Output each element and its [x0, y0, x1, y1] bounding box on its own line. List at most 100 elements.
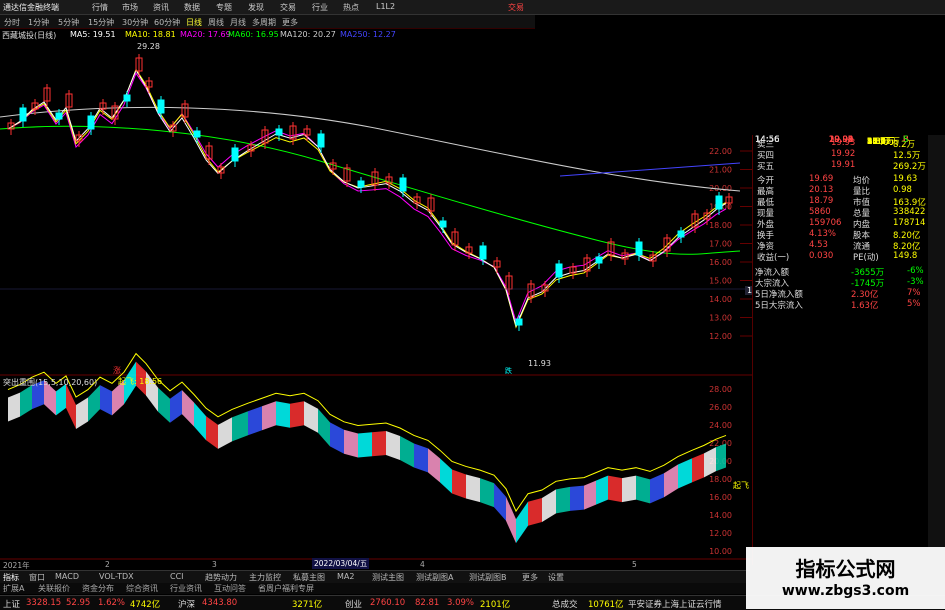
- book-label: 买五: [757, 162, 775, 172]
- book-price: 19.91: [831, 160, 856, 170]
- candle-body: [19, 107, 27, 122]
- extension-tab[interactable]: 扩展A: [3, 583, 24, 594]
- indicator-tab[interactable]: 测试副图A: [416, 572, 453, 583]
- period-tab[interactable]: 5分钟: [58, 17, 79, 28]
- indicator-band: [622, 475, 636, 503]
- menu-item-trade[interactable]: 交易: [280, 2, 296, 13]
- period-tab[interactable]: 周线: [208, 17, 224, 28]
- indicator-band: [158, 387, 170, 423]
- total-label: 总成交: [552, 600, 578, 610]
- indicator-tab[interactable]: 指标: [3, 572, 19, 583]
- period-tab[interactable]: 15分钟: [88, 17, 114, 28]
- menu-item-info[interactable]: 资讯: [153, 2, 169, 13]
- stat-value: 4.53: [809, 240, 828, 250]
- x-axis-label: 5: [632, 560, 637, 569]
- indicator-tab[interactable]: CCI: [170, 572, 184, 581]
- y-tick-label: 14.00: [709, 295, 732, 304]
- flow-percent: -3%: [907, 277, 924, 287]
- menu-item-topic[interactable]: 专题: [216, 2, 232, 13]
- candle-body: [275, 128, 283, 136]
- cy-change: 82.81: [415, 598, 440, 608]
- period-tab[interactable]: 分时: [4, 17, 20, 28]
- extension-tab[interactable]: 省周户福利专屏: [258, 583, 314, 594]
- side-toolbar[interactable]: [928, 135, 945, 565]
- indicator-band: [636, 475, 650, 504]
- sh-change: 52.95: [66, 598, 91, 608]
- tick-price: 19.99: [829, 135, 854, 145]
- period-tab[interactable]: 60分钟: [154, 17, 180, 28]
- menu-item-hot[interactable]: 热点: [343, 2, 359, 13]
- indicator-tab[interactable]: 窗口: [29, 572, 45, 583]
- candle-body: [399, 177, 407, 192]
- stat-value: 5860: [809, 207, 831, 217]
- sz-value: 4343.80: [202, 598, 238, 608]
- indicator-tab[interactable]: VOL-TDX: [99, 572, 134, 581]
- ma-legend: 西藏城投(日线) MA5: 19.51 MA10: 18.81 MA20: 17…: [0, 29, 560, 41]
- menu-item-data[interactable]: 数据: [184, 2, 200, 13]
- top-menu-bar: 通达信金融终端 行情 市场 资讯 数据 专题 发现 交易 行业 热点 L1L2 …: [0, 0, 945, 15]
- indicator-tab[interactable]: 更多: [522, 572, 538, 583]
- period-tab-more[interactable]: 更多: [282, 17, 298, 28]
- extension-tab[interactable]: 行业资讯: [170, 583, 202, 594]
- y-tick-label: 21.00: [709, 166, 732, 175]
- indicator-band: [584, 480, 596, 510]
- candle-body: [231, 147, 239, 162]
- menu-item-industry[interactable]: 行业: [312, 2, 328, 13]
- down-marker: 跌: [505, 367, 512, 375]
- qifei-end-label: 起飞: [733, 481, 749, 490]
- indicator-tab[interactable]: 测试主图: [372, 572, 404, 583]
- sz-label: 沪深: [178, 600, 196, 610]
- ma120-label: MA120: 20.27: [280, 30, 336, 39]
- news-ticker[interactable]: 平安证券上海上证云行情: [628, 598, 722, 610]
- stat-label: PE(动): [853, 253, 879, 263]
- sh-value: 3328.15: [26, 598, 62, 608]
- indicator-band: [8, 392, 20, 422]
- trade-button[interactable]: 交易: [508, 2, 524, 13]
- indicator-band: [194, 402, 206, 441]
- indicator-tab[interactable]: 测试副图B: [469, 572, 507, 583]
- order-book-row: 买五 19.91 269.2万: [753, 159, 929, 172]
- period-tab[interactable]: 1分钟: [28, 17, 49, 28]
- indicator-band: [232, 411, 248, 442]
- chart-area[interactable]: 22.0021.0020.0019.0018.0017.0016.0015.00…: [0, 41, 752, 569]
- period-tab-active[interactable]: 日线: [186, 17, 202, 28]
- y-tick-label: 16.00: [709, 493, 732, 502]
- indicator-tab[interactable]: 趋势动力: [205, 572, 237, 583]
- ma250-label: MA250: 12.27: [340, 30, 396, 39]
- up-marker: 涨: [113, 366, 121, 375]
- stat-value: 20.13: [809, 185, 834, 195]
- extension-tab[interactable]: 综合资讯: [126, 583, 158, 594]
- indicator-chart: 28.0026.0024.0022.0020.0018.0016.0014.00…: [7, 352, 732, 556]
- stat-value: 18.79: [809, 196, 834, 206]
- period-tab[interactable]: 30分钟: [122, 17, 148, 28]
- indicator-tab[interactable]: MA2: [337, 572, 354, 581]
- extension-tab[interactable]: 资金分布: [82, 583, 114, 594]
- menu-item-market[interactable]: 市场: [122, 2, 138, 13]
- sh-amount: 4742亿: [130, 600, 161, 610]
- extension-tab[interactable]: 互动问答: [214, 583, 246, 594]
- y-tick-label: 18.00: [709, 221, 732, 230]
- tick-volume: 14.5万: [867, 137, 895, 147]
- extension-tab[interactable]: 关联报价: [38, 583, 70, 594]
- sh-label: 上证: [3, 600, 21, 610]
- sh-percent: 1.62%: [98, 598, 126, 608]
- period-tab[interactable]: 多周期: [252, 17, 276, 28]
- indicator-tab[interactable]: 私募主图: [293, 572, 325, 583]
- stat-value: 159706: [809, 218, 842, 228]
- indicator-tab[interactable]: 主力监控: [249, 572, 281, 583]
- indicator-band: [704, 447, 716, 478]
- menu-item-quotes[interactable]: 行情: [92, 2, 108, 13]
- cy-label: 创业: [345, 600, 363, 610]
- kline-chart: 22.0021.0020.0019.0018.0017.0016.0015.00…: [0, 54, 752, 341]
- y-tick-label: 15.00: [709, 277, 732, 286]
- indicator-band: [664, 464, 678, 498]
- quote-stat-row: 收益(一) 0.030 PE(动) 149.8: [753, 250, 929, 263]
- period-toolbar: 分时 1分钟 5分钟 15分钟 30分钟 60分钟 日线 周线 月线 多周期 更…: [0, 15, 535, 29]
- indicator-band: [466, 474, 480, 503]
- period-tab[interactable]: 月线: [230, 17, 246, 28]
- menu-item-discover[interactable]: 发现: [248, 2, 264, 13]
- indicator-tab[interactable]: 设置: [548, 572, 564, 583]
- ma20-label: MA20: 17.69: [180, 30, 231, 39]
- candle-body: [595, 256, 603, 264]
- indicator-tab[interactable]: MACD: [55, 572, 79, 581]
